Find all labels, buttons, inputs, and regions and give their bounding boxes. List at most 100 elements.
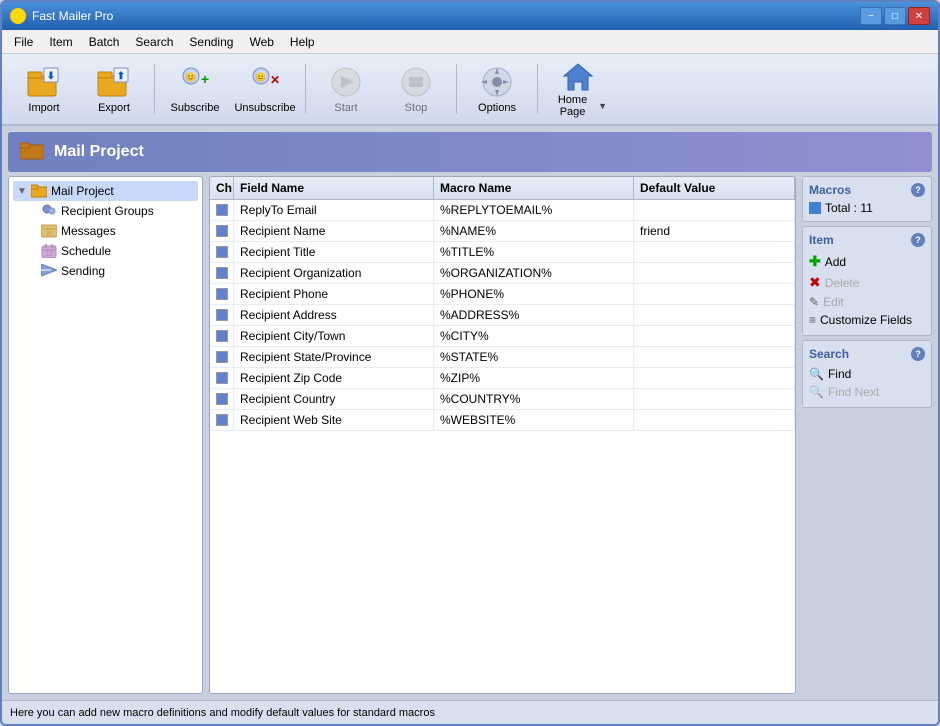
tree-sending-label: Sending [61, 264, 105, 278]
project-header-icon [20, 140, 44, 165]
tree-messages-icon: ✉ [41, 223, 57, 239]
table-row[interactable]: Recipient Country %COUNTRY% [210, 389, 795, 410]
row-checkbox-8[interactable] [210, 368, 234, 388]
tree-root-item[interactable]: ▼ Mail Project [13, 181, 198, 201]
row-checkbox-6[interactable] [210, 326, 234, 346]
row-macro-9: %COUNTRY% [434, 389, 634, 409]
checkbox-1[interactable] [216, 225, 228, 237]
row-field-7: Recipient State/Province [234, 347, 434, 367]
checkbox-0[interactable] [216, 204, 228, 216]
import-icon: ⬇ [26, 64, 62, 100]
findnext-action: 🔍 Find Next [809, 383, 925, 401]
row-macro-10: %WEBSITE% [434, 410, 634, 430]
table-row[interactable]: Recipient Name %NAME% friend [210, 221, 795, 242]
svg-text:12: 12 [45, 251, 53, 258]
unsubscribe-button[interactable]: 😐 ✕ Unsubscribe [231, 58, 299, 120]
checkbox-6[interactable] [216, 330, 228, 342]
checkbox-2[interactable] [216, 246, 228, 258]
import-button[interactable]: ⬇ Import [10, 58, 78, 120]
tree-messages-label: Messages [61, 224, 116, 238]
tree-schedule-icon: 12 [41, 243, 57, 259]
row-checkbox-4[interactable] [210, 284, 234, 304]
tree-expand-icon[interactable]: ▼ [17, 186, 29, 197]
maximize-button[interactable]: □ [884, 7, 906, 25]
unsubscribe-label: Unsubscribe [234, 102, 295, 114]
row-checkbox-2[interactable] [210, 242, 234, 262]
project-header: Mail Project [8, 132, 932, 172]
menu-item-web[interactable]: Web [241, 33, 281, 51]
row-checkbox-1[interactable] [210, 221, 234, 241]
macros-section-header: Macros ? [809, 183, 925, 197]
table-row[interactable]: Recipient City/Town %CITY% [210, 326, 795, 347]
checkbox-3[interactable] [216, 267, 228, 279]
add-label: Add [825, 255, 846, 269]
macros-help-icon[interactable]: ? [911, 183, 925, 197]
menu-item-help[interactable]: Help [282, 33, 323, 51]
menu-item-file[interactable]: File [6, 33, 41, 51]
menu-item-sending[interactable]: Sending [181, 33, 241, 51]
row-checkbox-3[interactable] [210, 263, 234, 283]
find-label: Find [828, 367, 851, 381]
table-row[interactable]: Recipient Address %ADDRESS% [210, 305, 795, 326]
search-help-icon[interactable]: ? [911, 347, 925, 361]
add-action[interactable]: ✚ Add [809, 251, 925, 272]
app-icon [10, 8, 26, 24]
checkbox-7[interactable] [216, 351, 228, 363]
row-default-3 [634, 263, 795, 283]
tree-item-sending[interactable]: Sending [13, 261, 198, 281]
options-button[interactable]: Options [463, 58, 531, 120]
menu-item-search[interactable]: Search [127, 33, 181, 51]
homepage-button[interactable]: Home Page ▼ [544, 58, 612, 120]
customize-action[interactable]: ≡ Customize Fields [809, 311, 925, 329]
tree-item-messages[interactable]: ✉ Messages [13, 221, 198, 241]
export-button[interactable]: ⬆ Export [80, 58, 148, 120]
item-section: Item ? ✚ Add ✖ Delete ✎ Edit [802, 226, 932, 336]
tree-root-icon [31, 183, 47, 199]
options-label: Options [478, 102, 516, 114]
table-row[interactable]: Recipient Zip Code %ZIP% [210, 368, 795, 389]
close-button[interactable]: ✕ [908, 7, 930, 25]
checkbox-8[interactable] [216, 372, 228, 384]
right-panel: Macros ? Total : 11 Item ? ✚ [802, 176, 932, 694]
row-checkbox-9[interactable] [210, 389, 234, 409]
row-default-8 [634, 368, 795, 388]
tree-item-recipient-groups[interactable]: Recipient Groups [13, 201, 198, 221]
table-row[interactable]: Recipient Title %TITLE% [210, 242, 795, 263]
menu-item-batch[interactable]: Batch [81, 33, 128, 51]
minimize-button[interactable]: − [860, 7, 882, 25]
table-row[interactable]: Recipient Web Site %WEBSITE% [210, 410, 795, 431]
subscribe-button[interactable]: 😊 + Subscribe [161, 58, 229, 120]
table-row[interactable]: ReplyTo Email %REPLYTOEMAIL% [210, 200, 795, 221]
menu-item-item[interactable]: Item [41, 33, 80, 51]
checkbox-9[interactable] [216, 393, 228, 405]
row-checkbox-7[interactable] [210, 347, 234, 367]
macros-total-label: Total : 11 [825, 201, 873, 215]
svg-text:😊: 😊 [185, 72, 196, 82]
table-row[interactable]: Recipient State/Province %STATE% [210, 347, 795, 368]
table-row[interactable]: Recipient Phone %PHONE% [210, 284, 795, 305]
project-title: Mail Project [54, 143, 144, 161]
checkbox-4[interactable] [216, 288, 228, 300]
options-icon [479, 64, 515, 100]
delete-label: Delete [825, 276, 860, 290]
main-area: Mail Project ▼ Mail Project [2, 126, 938, 700]
status-text: Here you can add new macro definitions a… [10, 707, 435, 719]
find-action[interactable]: 🔍 Find [809, 365, 925, 383]
row-checkbox-0[interactable] [210, 200, 234, 220]
table-row[interactable]: Recipient Organization %ORGANIZATION% [210, 263, 795, 284]
grid-body: ReplyTo Email %REPLYTOEMAIL% Recipient N… [210, 200, 795, 693]
item-help-icon[interactable]: ? [911, 233, 925, 247]
row-checkbox-5[interactable] [210, 305, 234, 325]
macros-section: Macros ? Total : 11 [802, 176, 932, 222]
row-default-1: friend [634, 221, 795, 241]
checkbox-10[interactable] [216, 414, 228, 426]
row-default-6 [634, 326, 795, 346]
search-section: Search ? 🔍 Find 🔍 Find Next [802, 340, 932, 408]
tree-item-schedule[interactable]: 12 Schedule [13, 241, 198, 261]
row-checkbox-10[interactable] [210, 410, 234, 430]
row-field-4: Recipient Phone [234, 284, 434, 304]
homepage-dropdown-arrow[interactable]: ▼ [598, 101, 607, 111]
row-macro-3: %ORGANIZATION% [434, 263, 634, 283]
menu-bar: FileItemBatchSearchSendingWebHelp [2, 30, 938, 54]
checkbox-5[interactable] [216, 309, 228, 321]
